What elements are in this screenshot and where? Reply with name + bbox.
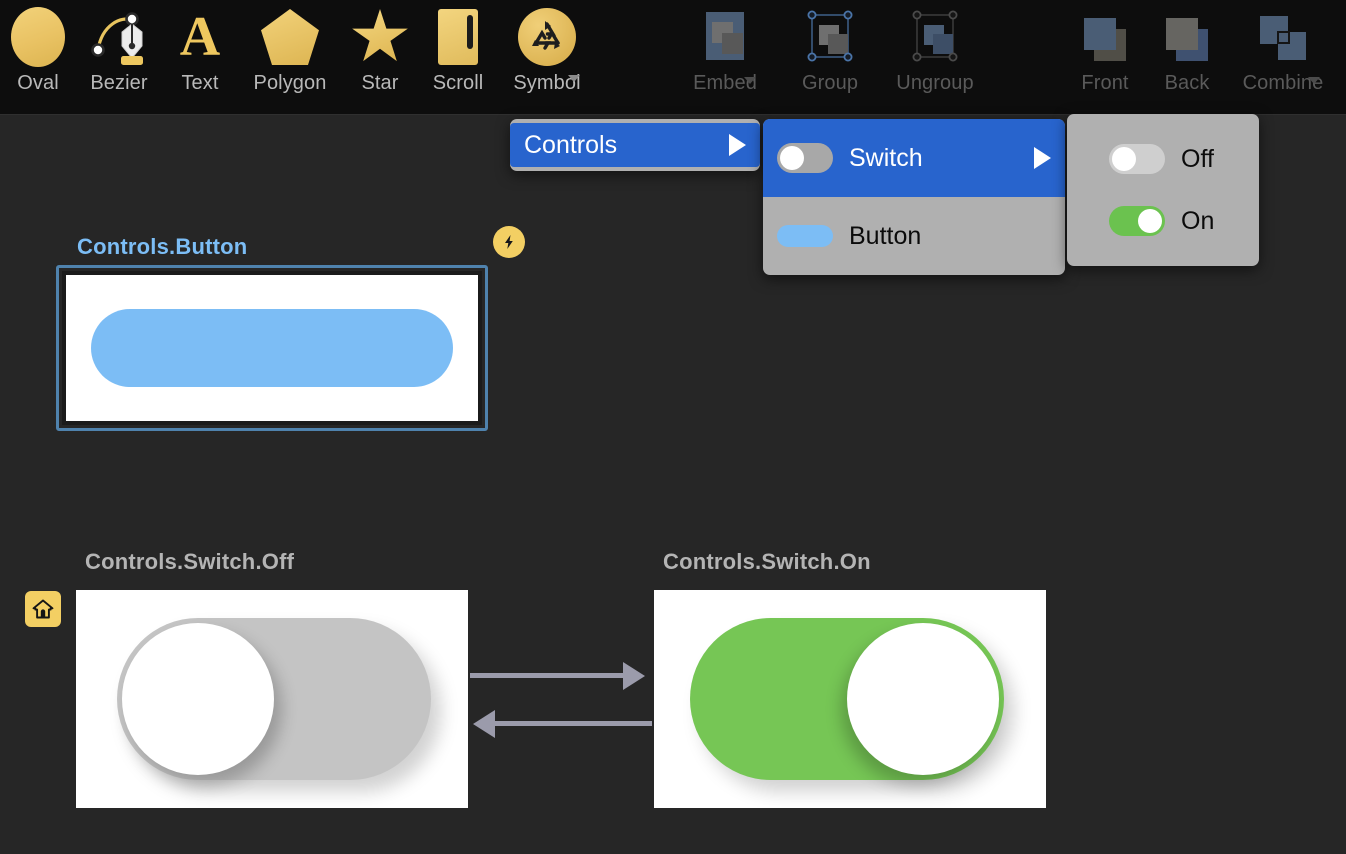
lightning-bolt-icon [505,235,513,249]
symbol-recycle-icon [516,6,578,68]
tool-label: Ungroup [896,72,974,94]
menu-item-label: On [1181,206,1215,235]
tool-label: Oval [17,72,59,94]
menu-item-label: Button [849,221,922,250]
combine-icon [1252,6,1314,68]
tool-oval[interactable]: Oval [0,6,81,110]
tool-label: Polygon [253,72,327,94]
tool-label: Text [181,72,219,94]
tool-embed[interactable]: Embed [682,6,768,110]
tool-front[interactable]: Front [1062,6,1148,110]
tool-label: Front [1081,72,1129,94]
button-pill-preview [777,225,833,247]
arrow-head-right-icon [623,662,645,690]
bring-front-icon [1074,6,1136,68]
chevron-down-icon[interactable] [568,75,580,82]
tool-star[interactable]: Star [337,6,423,110]
oval-icon [7,6,69,68]
blue-rounded-button[interactable] [91,309,453,387]
submenu-arrow-icon [1034,147,1051,169]
tool-label: Group [801,72,859,94]
home-icon [32,599,54,619]
main-toolbar: Oval Bezier A Text Polygon Star Scroll S… [0,0,1346,115]
star-icon [349,6,411,68]
artboard-controls-switch-on[interactable] [654,590,1046,808]
switch-on-preview [1109,206,1165,236]
text-icon: A [179,6,221,68]
artboard-title-switch-off[interactable]: Controls.Switch.Off [85,549,294,575]
menu-item-controls[interactable]: Controls [510,123,760,167]
lightning-bolt-badge[interactable] [493,226,525,258]
tool-label: Bezier [90,72,148,94]
connection-line-off-to-on[interactable] [470,673,623,678]
menu-item-switch[interactable]: Switch [763,119,1065,197]
tool-text[interactable]: A Text [157,6,243,110]
artboard-selection-frame[interactable] [56,265,488,431]
arrow-head-left-icon [473,710,495,738]
artboard-controls-button[interactable] [66,275,478,421]
menu-item-switch-on[interactable]: On [1067,190,1259,252]
artboard-controls-switch-off[interactable] [76,590,468,808]
controls-submenu[interactable]: Switch Button [763,119,1065,275]
bezier-pen-icon [88,6,150,68]
tool-combine[interactable]: Combine [1240,6,1326,110]
green-switch-on[interactable] [690,618,1004,780]
connection-line-on-to-off[interactable] [495,721,652,726]
symbol-dropdown-menu[interactable]: Controls [510,119,760,171]
polygon-icon [259,6,321,68]
switch-knob[interactable] [847,623,999,775]
tool-polygon[interactable]: Polygon [247,6,333,110]
tool-bezier[interactable]: Bezier [76,6,162,110]
embed-icon [694,6,756,68]
scroll-icon [427,6,489,68]
tool-label: Star [361,72,399,94]
submenu-arrow-icon [729,134,746,156]
menu-item-switch-off[interactable]: Off [1067,128,1259,190]
menu-item-button[interactable]: Button [763,197,1065,275]
chevron-down-icon[interactable] [744,77,756,84]
tool-back[interactable]: Back [1144,6,1230,110]
chevron-down-icon[interactable] [1308,77,1320,84]
tool-group[interactable]: Group [787,6,873,110]
gray-switch-off[interactable] [117,618,431,780]
switch-off-preview [777,143,833,173]
tool-ungroup[interactable]: Ungroup [892,6,978,110]
tool-label: Scroll [432,72,484,94]
tool-scroll[interactable]: Scroll [415,6,501,110]
menu-item-label: Switch [849,143,923,172]
group-icon [799,6,861,68]
home-badge[interactable] [25,591,61,627]
artboard-title-controls-button[interactable]: Controls.Button [77,234,247,260]
switch-submenu[interactable]: Off On [1067,114,1259,266]
send-back-icon [1156,6,1218,68]
switch-knob[interactable] [122,623,274,775]
app-window: Oval Bezier A Text Polygon Star Scroll S… [0,0,1346,854]
tool-symbol[interactable]: Symbol [504,6,590,110]
ungroup-icon [904,6,966,68]
menu-item-label: Controls [524,130,618,159]
menu-item-label: Off [1181,144,1214,173]
artboard-title-switch-on[interactable]: Controls.Switch.On [663,549,871,575]
switch-off-preview [1109,144,1165,174]
tool-label: Back [1164,72,1210,94]
